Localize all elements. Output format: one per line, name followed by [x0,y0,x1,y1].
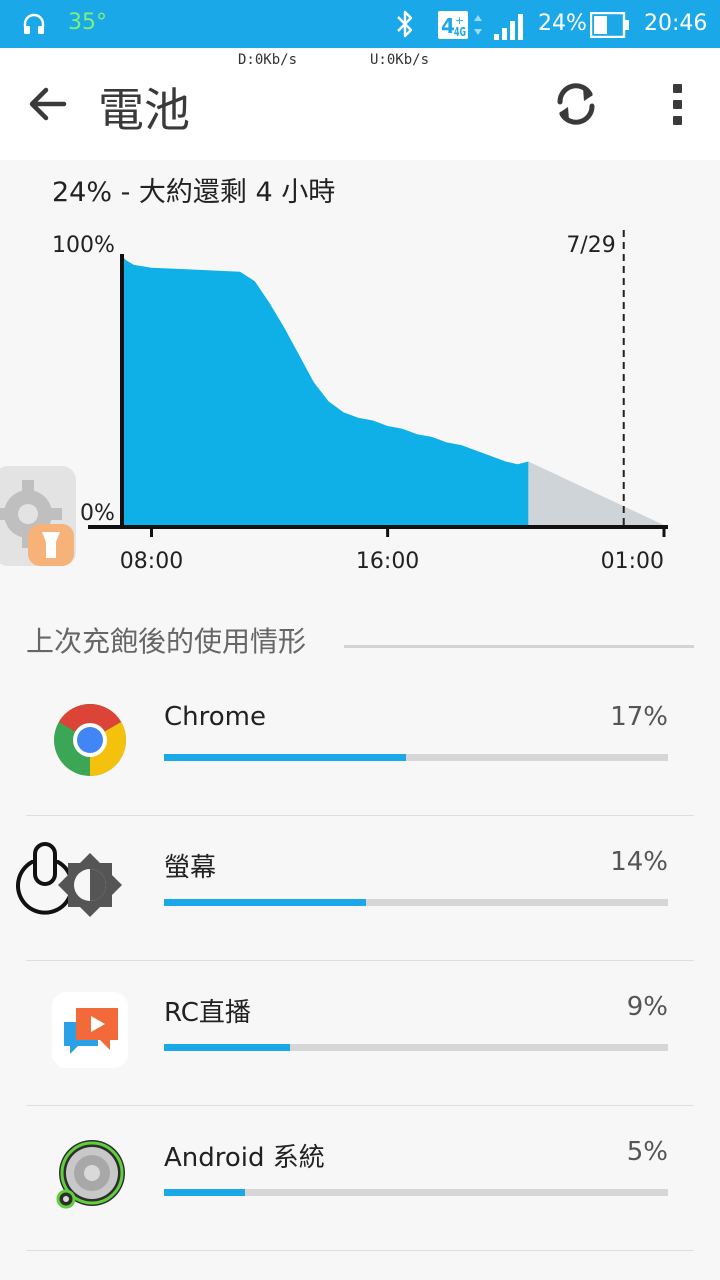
status-bar: 35° 4 + 4G 24% 20:46 [0,0,720,48]
refresh-icon [557,83,595,125]
headphone-icon [23,13,45,34]
usage-percent: 17% [610,702,668,732]
usage-percent: 5% [626,1137,668,1167]
usage-row-android-system[interactable]: Android 系統 5% [26,1105,694,1251]
usage-percent: 14% [610,847,668,877]
battery-percent-text: 24% [538,11,587,36]
section-divider [344,645,694,648]
x-tick-label: 08:00 [120,549,183,572]
usage-row-chrome[interactable]: Chrome 17% [26,670,694,816]
chrome-icon [54,703,127,776]
floating-quick-settings-icon[interactable] [0,466,82,570]
clock-text: 20:46 [644,11,708,36]
battery-estimate: 24% - 大約還剩 4 小時 [52,177,336,208]
usage-percent: 9% [626,992,668,1022]
usage-name: 螢幕 [164,853,217,883]
usage-name: RC直播 [164,998,251,1028]
usage-bar [164,1189,668,1196]
bluetooth-icon [397,10,413,38]
usage-bar [164,899,668,906]
usage-bar-fill [164,1044,290,1051]
battery-projected-area [528,461,668,527]
battery-icon [590,12,629,38]
y-label-bottom: 0% [80,501,115,526]
upload-speed: U:0Kb/s [370,52,430,68]
usage-name: Chrome [164,702,266,732]
svg-text:4: 4 [441,14,455,38]
network-type-icon: 4 + 4G [438,10,484,40]
usage-bar-fill [164,1189,245,1196]
usage-bar-fill [164,899,366,906]
usage-row-screen[interactable]: 螢幕 14% [26,815,694,961]
date-marker-label: 7/29 [566,233,615,258]
usage-name: Android 系統 [164,1143,325,1173]
usage-row-rc-live[interactable]: RC直播 9% [26,960,694,1106]
more-options-button[interactable] [664,80,692,130]
arrow-left-icon [29,87,67,121]
usage-bar [164,1044,668,1051]
page-title: 電池 [98,83,190,137]
download-speed: D:0Kb/s [238,52,298,68]
usage-bar [164,754,668,761]
x-tick-label: 01:00 [601,549,664,572]
android-system-icon [56,1140,125,1209]
back-button[interactable] [24,80,72,128]
signal-strength-icon [494,14,523,40]
y-label-top: 100% [52,233,115,258]
more-vert-icon [673,84,682,125]
battery-history-chart: 100% 0% 7/29 08:00 16:00 01:00 [52,230,668,572]
rc-live-icon [52,992,128,1068]
section-title: 上次充飽後的使用情形 [26,625,307,658]
screen-brightness-icon [58,853,122,917]
temperature-text: 35° [68,10,107,35]
network-type-label: 4G [454,25,466,39]
refresh-button[interactable] [550,78,602,130]
usage-bar-fill [164,754,406,761]
x-tick-label: 16:00 [356,549,419,572]
battery-actual-area [122,254,529,527]
